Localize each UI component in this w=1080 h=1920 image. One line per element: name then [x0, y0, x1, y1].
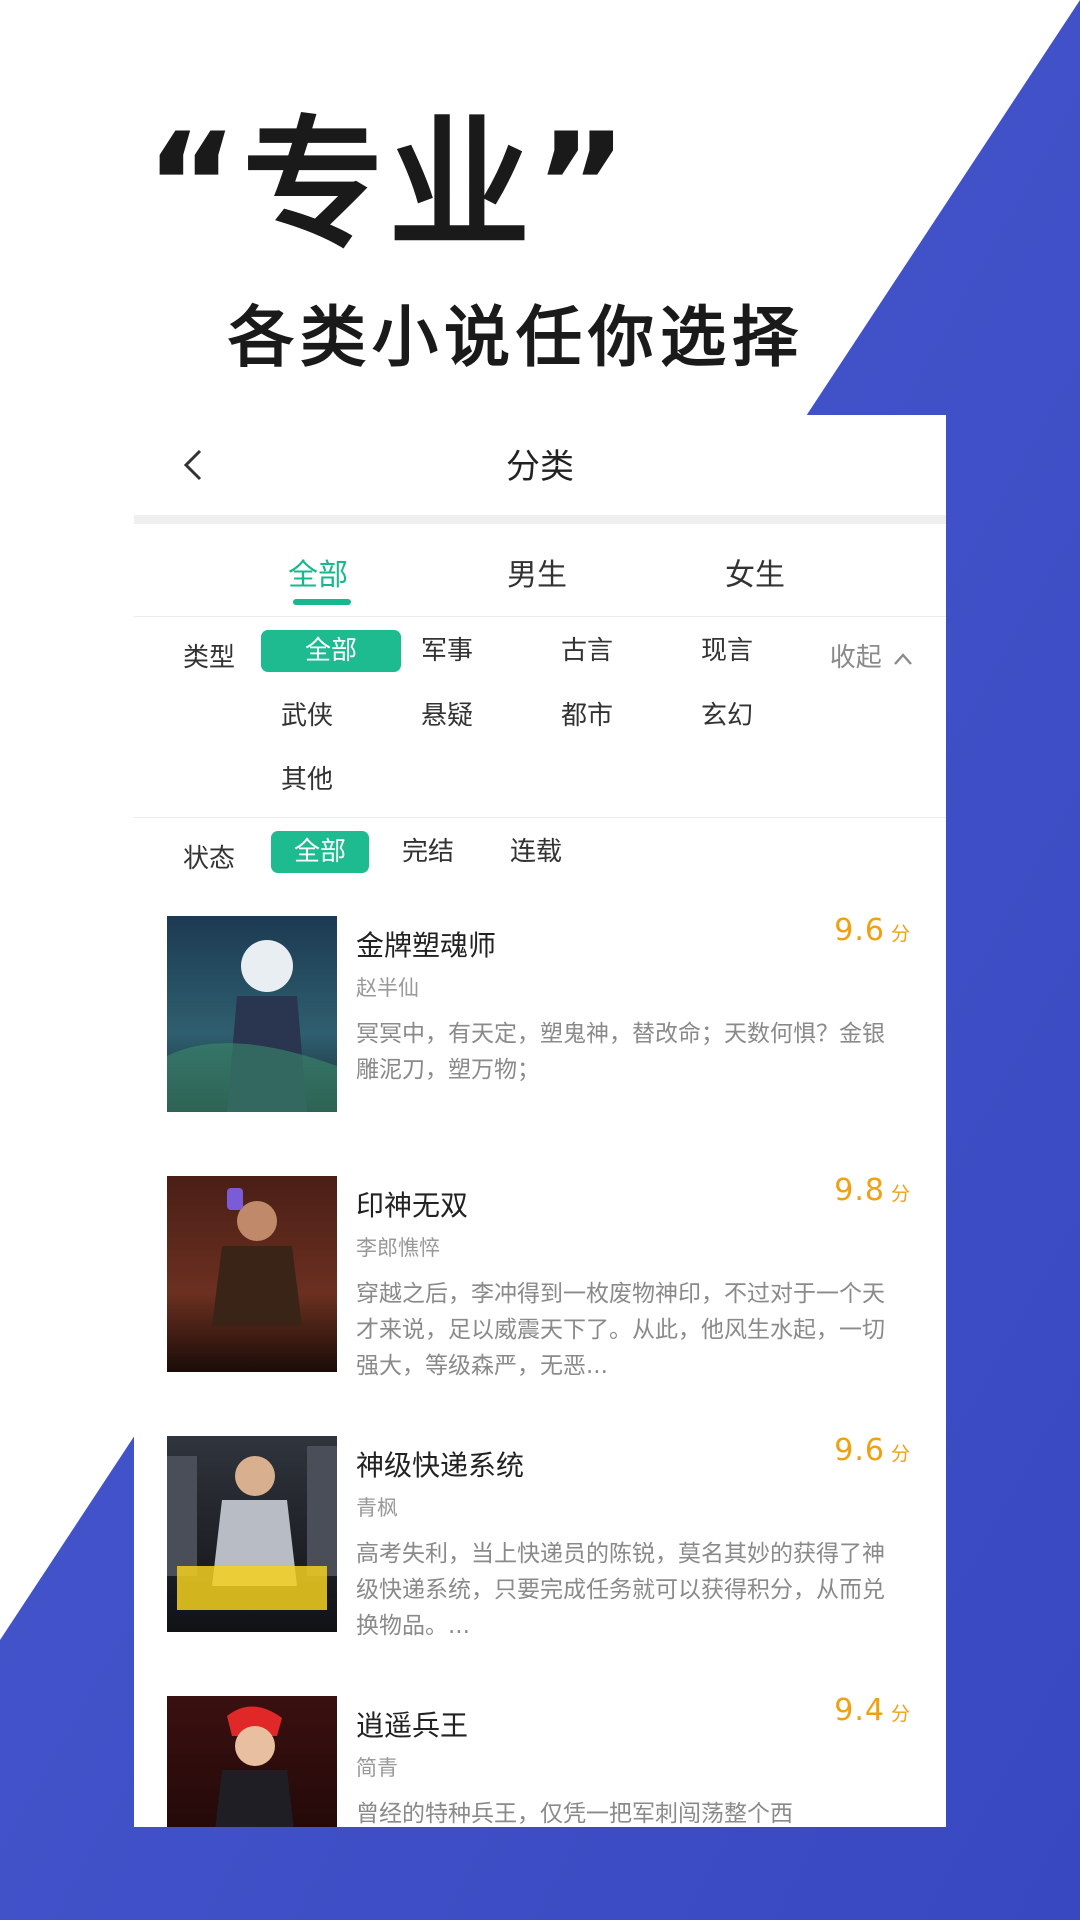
- collapse-button[interactable]: 收起: [830, 637, 914, 674]
- type-chip-ancient[interactable]: 古言: [517, 630, 657, 672]
- promo-headline: “专业”: [145, 103, 632, 268]
- chevron-up-icon: [894, 652, 912, 665]
- page-title: 分类: [506, 447, 574, 487]
- score-unit: 分: [890, 1443, 910, 1465]
- book-description: 穿越之后，李冲得到一枚废物神印，不过对于一个天才来说，足以威震天下了。从此，他风…: [356, 1281, 885, 1379]
- book-cover: [167, 1696, 337, 1827]
- type-filter-label: 类型: [183, 643, 236, 673]
- book-item[interactable]: 金牌塑魂师 赵半仙 冥冥中，有天定，塑鬼神，替改命；天数何惧？金银雕泥刀，塑万物…: [134, 913, 946, 1136]
- type-chip-fantasy[interactable]: 玄幻: [657, 695, 797, 737]
- type-chip-urban[interactable]: 都市: [517, 695, 657, 737]
- book-cover: [167, 916, 337, 1112]
- book-cover: [167, 1176, 337, 1372]
- tab-all[interactable]: 全部: [288, 550, 348, 594]
- book-title: 神级快递系统: [356, 1449, 525, 1482]
- book-score: 9.4 分: [834, 1693, 910, 1728]
- type-filter: 类型 全部 军事 古言 现言 收起 武侠 悬疑 都市 玄幻 其他: [134, 617, 946, 818]
- status-chip-ongoing[interactable]: 连载: [487, 831, 585, 873]
- score-unit: 分: [890, 1183, 910, 1205]
- active-tab-indicator: [293, 599, 351, 605]
- top-bar: 分类: [134, 415, 946, 515]
- tab-male[interactable]: 男生: [507, 550, 567, 594]
- collapse-label: 收起: [829, 643, 882, 673]
- book-score: 9.8 分: [834, 1173, 910, 1208]
- promo-subline: 各类小说任你选择: [228, 299, 804, 376]
- status-filter: 状态 全部 完结 连载: [134, 818, 946, 908]
- book-title: 逍遥兵王: [356, 1709, 469, 1742]
- book-score: 9.6 分: [834, 1433, 910, 1468]
- score-unit: 分: [890, 1703, 910, 1725]
- book-description: 高考失利，当上快递员的陈锐，莫名其妙的获得了神级快递系统，只要完成任务就可以获得…: [356, 1541, 885, 1639]
- book-description: 冥冥中，有天定，塑鬼神，替改命；天数何惧？金银雕泥刀，塑万物；: [356, 1021, 885, 1083]
- book-cover: [167, 1436, 337, 1632]
- book-item[interactable]: 神级快递系统 青枫 高考失利，当上快递员的陈锐，莫名其妙的获得了神级快递系统，只…: [134, 1433, 946, 1656]
- book-author: 简青: [356, 1756, 398, 1780]
- book-title: 金牌塑魂师: [356, 929, 497, 962]
- book-item[interactable]: 印神无双 李郎憔悴 穿越之后，李冲得到一枚废物神印，不过对于一个天才来说，足以威…: [134, 1173, 946, 1396]
- divider: [134, 515, 946, 524]
- type-chip-military[interactable]: 军事: [377, 630, 517, 672]
- book-title: 印神无双: [356, 1189, 469, 1222]
- status-chip-all[interactable]: 全部: [271, 831, 369, 873]
- score-value: 9.4: [834, 1693, 885, 1728]
- book-author: 赵半仙: [356, 976, 419, 1000]
- book-author: 青枫: [356, 1496, 398, 1520]
- status-filter-label: 状态: [183, 844, 236, 874]
- score-value: 9.6: [834, 913, 885, 948]
- phone-screen: 分类 全部 男生 女生 类型 全部 军事 古言 现言 收起 武侠 悬疑 都市 玄…: [134, 415, 946, 1827]
- type-chip-modern[interactable]: 现言: [657, 630, 797, 672]
- score-unit: 分: [890, 923, 910, 945]
- gender-tabs: 全部 男生 女生: [134, 524, 946, 617]
- book-author: 李郎憔悴: [356, 1236, 440, 1260]
- type-chip-other[interactable]: 其他: [237, 759, 377, 801]
- book-score: 9.6 分: [834, 913, 910, 948]
- score-value: 9.6: [834, 1433, 885, 1468]
- score-value: 9.8: [834, 1173, 885, 1208]
- book-description: 曾经的特种兵王，仅凭一把军刺闯荡整个西: [356, 1801, 793, 1827]
- status-chip-finished[interactable]: 完结: [379, 831, 477, 873]
- book-item[interactable]: 逍遥兵王 简青 曾经的特种兵王，仅凭一把军刺闯荡整个西 9.4 分: [134, 1693, 946, 1827]
- type-chip-wuxia[interactable]: 武侠: [237, 695, 377, 737]
- type-chip-suspense[interactable]: 悬疑: [377, 695, 517, 737]
- tab-female[interactable]: 女生: [725, 550, 785, 594]
